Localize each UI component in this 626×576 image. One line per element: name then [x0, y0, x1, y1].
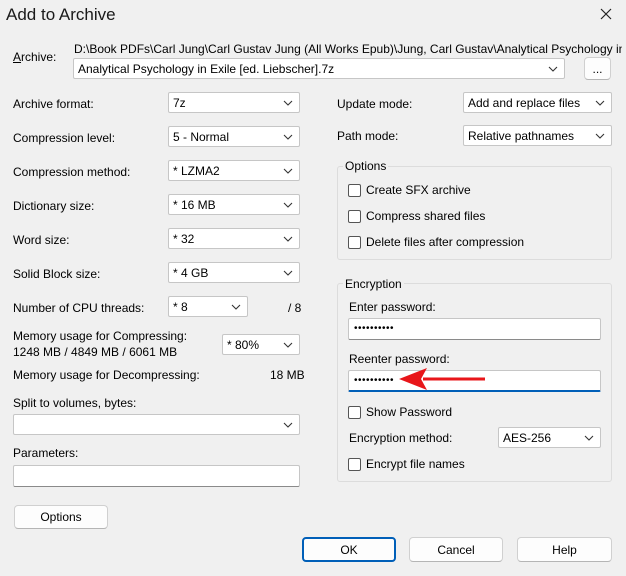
archive-format-label: Archive format: [13, 97, 94, 111]
path-mode-label: Path mode: [337, 129, 399, 143]
dictionary-size-label: Dictionary size: [13, 199, 95, 213]
solid-block-size-select[interactable]: * 4 GB [168, 262, 300, 283]
update-mode-select[interactable]: Add and replace files [463, 92, 612, 113]
memory-compress-label: Memory usage for Compressing: [13, 329, 188, 343]
chevron-down-icon [281, 134, 295, 140]
chevron-down-icon [593, 100, 607, 106]
delete-after-label: Delete files after compression [366, 235, 525, 249]
dictionary-size-select[interactable]: * 16 MB [168, 194, 300, 215]
word-size-label: Word size: [13, 233, 70, 247]
split-volumes-combo[interactable] [13, 414, 300, 435]
compression-method-select[interactable]: * LZMA2 [168, 160, 300, 181]
update-mode-value: Add and replace files [468, 95, 581, 110]
chevron-down-icon [281, 168, 295, 174]
update-mode-label: Update mode: [337, 97, 413, 111]
chevron-down-icon [593, 133, 607, 139]
memory-compress-detail: 1248 MB / 4849 MB / 6061 MB [13, 345, 178, 359]
show-password-label: Show Password [366, 405, 453, 419]
compression-level-label: Compression level: [13, 131, 116, 145]
cpu-threads-select[interactable]: * 8 [168, 296, 248, 317]
archive-filename-combo[interactable]: Analytical Psychology in Exile [ed. Lieb… [73, 58, 565, 79]
chevron-down-icon [281, 236, 295, 242]
word-size-value: * 32 [173, 231, 195, 246]
compression-method-label: Compression method: [13, 165, 131, 179]
browse-button[interactable]: ... [584, 57, 611, 80]
create-sfx-label: Create SFX archive [366, 183, 471, 197]
encryption-group-label: Encryption [343, 277, 404, 291]
reenter-password-value: •••••••••• [354, 374, 395, 386]
cancel-button[interactable]: Cancel [409, 537, 503, 562]
chevron-down-icon [582, 435, 596, 441]
chevron-down-icon [546, 66, 560, 72]
memory-compress-value: * 80% [227, 337, 260, 352]
memory-decompress-label: Memory usage for Decompressing: [13, 368, 200, 382]
checkbox-box [348, 183, 361, 197]
close-button[interactable] [592, 2, 620, 28]
close-icon [600, 5, 612, 25]
compression-method-value: * LZMA2 [173, 163, 220, 178]
help-button[interactable]: Help [517, 537, 612, 562]
compression-level-value: 5 - Normal [173, 129, 230, 144]
path-mode-value: Relative pathnames [468, 128, 575, 143]
archive-path: D:\Book PDFs\Carl Jung\Carl Gustav Jung … [74, 42, 622, 56]
checkbox-box [348, 457, 361, 471]
window-title: Add to Archive [6, 5, 116, 24]
options-button[interactable]: Options [14, 505, 108, 529]
encryption-method-value: AES-256 [503, 430, 552, 445]
show-password-checkbox[interactable]: Show Password [348, 405, 452, 419]
solid-block-size-value: * 4 GB [173, 265, 209, 280]
chevron-down-icon [281, 100, 295, 106]
encrypt-names-label: Encrypt file names [366, 457, 465, 471]
cpu-threads-label: Number of CPU threads: [13, 301, 145, 315]
archive-label: Archive: [13, 50, 57, 64]
compress-shared-checkbox[interactable]: Compress shared files [348, 209, 485, 223]
encryption-method-select[interactable]: AES-256 [498, 427, 601, 448]
dictionary-size-value: * 16 MB [173, 197, 216, 212]
split-volumes-label: Split to volumes, bytes: [13, 396, 137, 410]
compress-shared-label: Compress shared files [366, 209, 486, 223]
archive-format-select[interactable]: 7z [168, 92, 300, 113]
chevron-down-icon [281, 202, 295, 208]
delete-after-checkbox[interactable]: Delete files after compression [348, 235, 524, 249]
parameters-label: Parameters: [13, 446, 79, 460]
chevron-down-icon [229, 304, 243, 310]
checkbox-box [348, 405, 361, 419]
cpu-threads-max: / 8 [288, 301, 302, 315]
parameters-input[interactable] [13, 465, 300, 487]
cpu-threads-value: * 8 [173, 299, 188, 314]
encrypt-names-checkbox[interactable]: Encrypt file names [348, 457, 465, 471]
compression-level-select[interactable]: 5 - Normal [168, 126, 300, 147]
encryption-method-label: Encryption method: [349, 431, 453, 445]
archive-filename: Analytical Psychology in Exile [ed. Lieb… [78, 61, 335, 76]
ok-button[interactable]: OK [302, 537, 396, 562]
enter-password-value: •••••••••• [354, 323, 395, 334]
annotation-arrow-icon [399, 368, 485, 390]
checkbox-box [348, 209, 361, 223]
chevron-down-icon [281, 270, 295, 276]
path-mode-select[interactable]: Relative pathnames [463, 125, 612, 146]
word-size-select[interactable]: * 32 [168, 228, 300, 249]
enter-password-label: Enter password: [349, 300, 436, 314]
reenter-password-label: Reenter password: [349, 352, 450, 366]
chevron-down-icon [281, 342, 295, 348]
solid-block-size-label: Solid Block size: [13, 267, 101, 281]
options-group-label: Options [343, 159, 389, 173]
enter-password-input[interactable]: •••••••••• [348, 318, 601, 340]
create-sfx-checkbox[interactable]: Create SFX archive [348, 183, 471, 197]
memory-compress-select[interactable]: * 80% [222, 334, 300, 355]
archive-format-value: 7z [173, 95, 186, 110]
chevron-down-icon [281, 422, 295, 428]
memory-decompress-value: 18 MB [270, 368, 305, 382]
checkbox-box [348, 235, 361, 249]
